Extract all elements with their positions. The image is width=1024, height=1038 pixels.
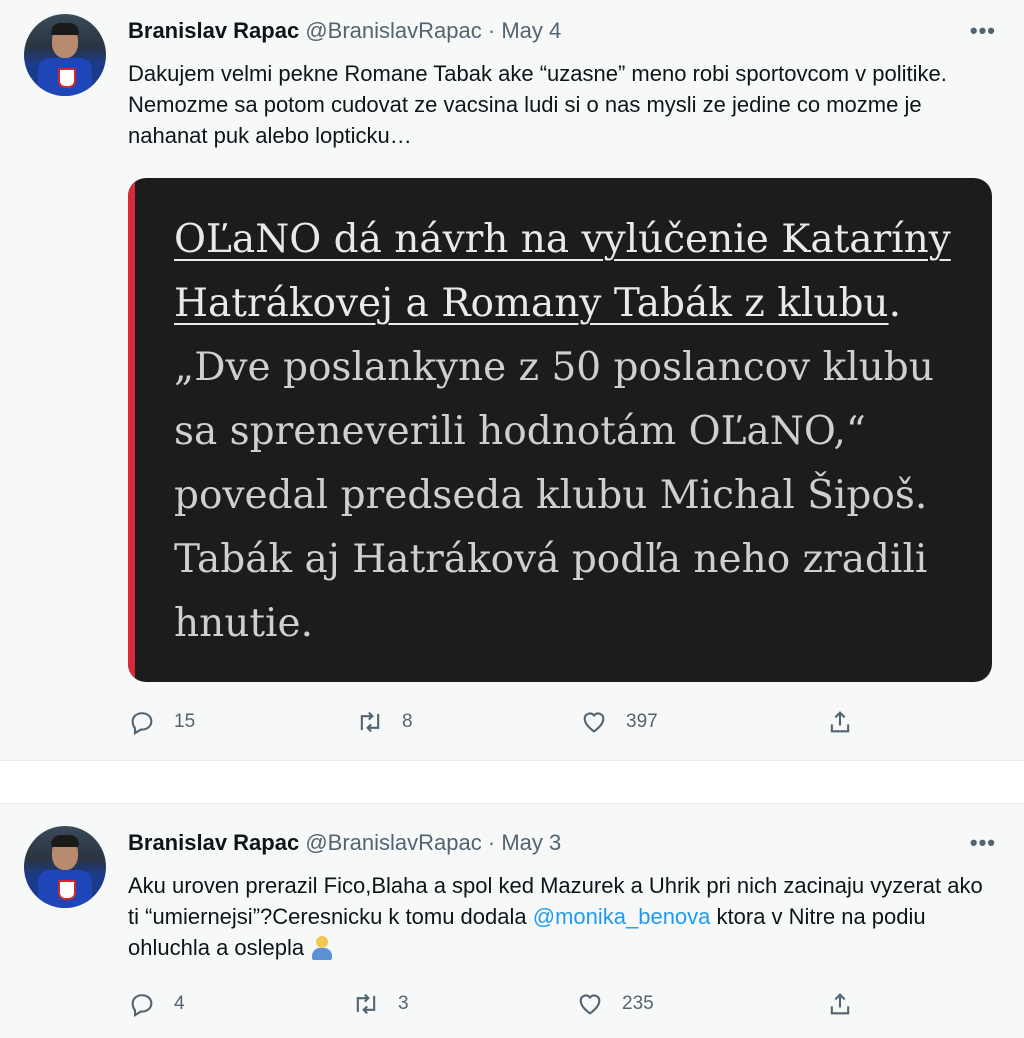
card-headline: OĽaNO dá návrh na vylúčenie Kataríny Hat…: [174, 217, 951, 326]
card-body: OĽaNO dá návrh na vylúčenie Kataríny Hat…: [174, 208, 974, 656]
heart-icon: [583, 712, 605, 733]
like-button[interactable]: 235: [576, 990, 654, 1018]
card-quote: „Dve poslankyne z 50 poslancov klubu sa …: [174, 345, 934, 646]
card-headline-period: .: [888, 281, 901, 326]
reply-button[interactable]: 15: [128, 708, 195, 736]
tweet[interactable]: Branislav Rapac @BranislavRapac · May 4 …: [0, 0, 1024, 760]
tweet-header: Branislav Rapac @BranislavRapac · May 4: [128, 18, 561, 44]
share-icon: [830, 711, 850, 733]
like-button[interactable]: 397: [580, 708, 658, 736]
like-count: 235: [622, 993, 654, 1014]
mention-link[interactable]: @monika_benova: [533, 904, 711, 929]
tweet-text: Aku uroven prerazil Fico,Blaha a spol ke…: [128, 870, 988, 963]
more-icon[interactable]: •••: [970, 830, 996, 856]
retweet-button[interactable]: 3: [352, 990, 409, 1018]
reply-count: 15: [174, 711, 196, 732]
separator-dot: ·: [487, 18, 496, 43]
avatar-crest: [58, 68, 76, 88]
author-handle[interactable]: @BranislavRapac: [305, 18, 481, 43]
embedded-image-card[interactable]: OĽaNO dá návrh na vylúčenie Kataríny Hat…: [128, 178, 992, 682]
tweet-actions: 15 8 397: [128, 708, 888, 738]
retweet-icon: [356, 993, 376, 1015]
avatar[interactable]: [24, 14, 106, 96]
share-icon: [830, 993, 850, 1015]
author-name[interactable]: Branislav Rapac: [128, 18, 299, 43]
reply-button[interactable]: 4: [128, 990, 185, 1018]
share-button[interactable]: [826, 708, 854, 736]
person-shrugging-emoji-icon: [310, 936, 334, 962]
tweet-text: Dakujem velmi pekne Romane Tabak ake “uz…: [128, 61, 947, 148]
tweet-gap: [0, 761, 1024, 803]
tweet-actions: 4 3 235: [128, 990, 888, 1020]
avatar-hair: [51, 23, 79, 35]
heart-icon: [579, 994, 601, 1015]
avatar[interactable]: [24, 826, 106, 908]
reply-count: 4: [174, 993, 185, 1014]
card-accent-bar: [128, 178, 135, 682]
tweet-date[interactable]: May 4: [501, 18, 561, 43]
tweet[interactable]: Branislav Rapac @BranislavRapac · May 3 …: [0, 804, 1024, 1038]
reply-icon: [131, 994, 153, 1017]
share-button[interactable]: [826, 990, 854, 1018]
like-count: 397: [626, 711, 658, 732]
avatar-hair: [51, 835, 79, 847]
separator-dot: ·: [487, 830, 496, 855]
retweet-count: 8: [402, 711, 413, 732]
retweet-button[interactable]: 8: [356, 708, 413, 736]
tweet-header: Branislav Rapac @BranislavRapac · May 3: [128, 830, 561, 856]
author-name[interactable]: Branislav Rapac: [128, 830, 299, 855]
reply-icon: [131, 712, 153, 735]
tweet-date[interactable]: May 3: [501, 830, 561, 855]
more-icon[interactable]: •••: [970, 18, 996, 44]
author-handle[interactable]: @BranislavRapac: [305, 830, 481, 855]
avatar-crest: [58, 880, 76, 900]
retweet-icon: [360, 711, 380, 733]
retweet-count: 3: [398, 993, 409, 1014]
